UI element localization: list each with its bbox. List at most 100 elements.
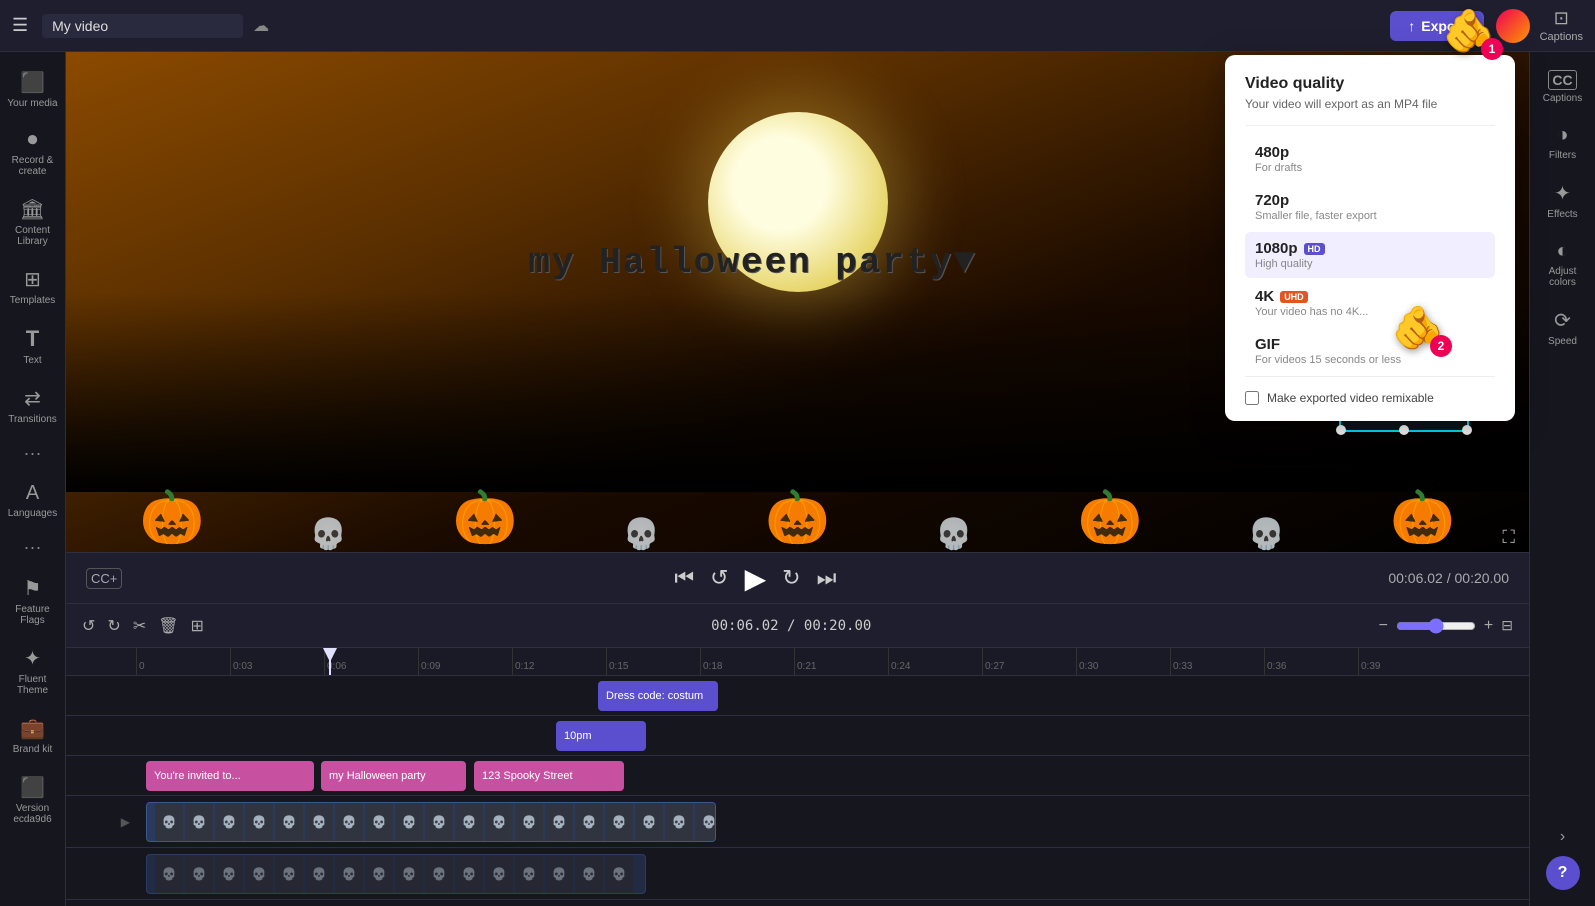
sidebar-item-effects[interactable]: ✦ Effects — [1530, 171, 1595, 230]
play-pause-button[interactable]: ▶ — [745, 562, 767, 595]
sidebar-item-content-library[interactable]: 🏛 Content Library — [0, 187, 65, 257]
captions-icon: ⊡ — [1554, 8, 1569, 29]
filters-label: Filters — [1549, 150, 1576, 161]
hamburger-icon[interactable]: ☰ — [12, 15, 28, 36]
video-title-overlay[interactable]: my Halloween party▼ — [528, 242, 976, 283]
sidebar-item-filters[interactable]: ◑ Filters — [1530, 114, 1595, 171]
sidebar-item-brand-kit[interactable]: 💼 Brand kit — [0, 706, 65, 765]
help-button[interactable]: ? — [1546, 856, 1580, 890]
zoom-slider[interactable] — [1396, 618, 1476, 634]
timeline-ruler: 0 0:03 0:06 0:09 0:12 0:15 0:18 0:21 0:2… — [66, 648, 1529, 676]
badge-hd: HD — [1304, 243, 1325, 255]
sidebar-item-adjust-colors[interactable]: ◐ Adjust colors — [1530, 230, 1595, 298]
track-content-text-top: Dress code: costum — [136, 676, 1529, 715]
sidebar-item-your-media[interactable]: ⬛ Your media — [0, 60, 65, 119]
topbar: ☰ ☁ ↑ Export ⊡ Captions — [0, 0, 1595, 52]
skip-back-button[interactable]: ⏮ — [674, 565, 694, 591]
sidebar-item-feature-flags[interactable]: ⚑ Feature Flags — [0, 566, 65, 636]
sidebar-collapse-button[interactable]: › — [1530, 818, 1595, 856]
cut-button[interactable]: ✂ — [133, 616, 146, 636]
bg-thumb-12: 💀 — [485, 855, 513, 893]
thumb-6: 💀 — [305, 803, 333, 841]
video-title-input[interactable] — [42, 14, 243, 38]
captions-label: Captions — [1540, 31, 1583, 43]
track-content-video-bg: 💀 💀 💀 💀 💀 💀 💀 💀 💀 💀 💀 — [136, 848, 1529, 899]
captions-button[interactable]: ⊡ Captions — [1540, 8, 1583, 43]
quality-desc-720p: Smaller file, faster export — [1255, 210, 1485, 222]
cc-controls: CC+ — [86, 568, 122, 589]
sidebar-item-text[interactable]: T Text — [0, 316, 65, 376]
sidebar-item-speed[interactable]: ⟳ Speed — [1530, 298, 1595, 357]
clip-my-halloween[interactable]: my Halloween party — [321, 761, 466, 791]
quality-option-1080p[interactable]: 1080p HD High quality — [1245, 232, 1495, 278]
add-media-button[interactable]: ⊞ — [191, 616, 204, 636]
clip-bg-video[interactable]: 💀 💀 💀 💀 💀 💀 💀 💀 💀 💀 💀 — [146, 854, 646, 894]
avatar[interactable] — [1496, 9, 1530, 43]
bg-thumb-10: 💀 — [425, 855, 453, 893]
undo-button[interactable]: ↺ — [82, 616, 95, 636]
video-thumbnails-bg: 💀 💀 💀 💀 💀 💀 💀 💀 💀 💀 💀 — [155, 855, 633, 893]
feature-flags-dots[interactable]: ··· — [16, 529, 50, 566]
clip-dress-code[interactable]: Dress code: costum — [598, 681, 718, 711]
bg-thumb-1: 💀 — [155, 855, 183, 893]
quality-res-gif: GIF — [1255, 336, 1485, 353]
forward-5-button[interactable]: ↻ — [782, 565, 800, 591]
track-row-video-bg: 💀 💀 💀 💀 💀 💀 💀 💀 💀 💀 💀 — [66, 848, 1529, 900]
bg-thumb-9: 💀 — [395, 855, 423, 893]
quality-option-gif[interactable]: GIF For videos 15 seconds or less — [1245, 328, 1495, 374]
speed-icon: ⟳ — [1554, 308, 1571, 333]
thumb-9: 💀 — [395, 803, 423, 841]
redo-button[interactable]: ↻ — [107, 616, 120, 636]
sidebar-item-templates[interactable]: ⊞ Templates — [0, 257, 65, 316]
thumb-3: 💀 — [215, 803, 243, 841]
delete-button[interactable]: 🗑 — [158, 616, 178, 636]
ruler-mark-12: 0:36 — [1264, 648, 1358, 675]
timeline-toolbar: ↺ ↻ ✂ 🗑 ⊞ 00:06.02 / 00:20.00 − + ⊟ — [66, 604, 1529, 648]
fit-timeline-icon[interactable]: ⊟ — [1501, 617, 1513, 634]
clip-main-video[interactable]: 💀 💀 💀 💀 💀 💀 💀 💀 💀 💀 💀 — [146, 802, 716, 842]
timeline-tracks: Dress code: costum 10pm — [66, 676, 1529, 906]
clip-youre-invited[interactable]: You're invited to... — [146, 761, 314, 791]
track-row-text-main: You're invited to... my Halloween party … — [66, 756, 1529, 796]
resize-handle-bl[interactable] — [1336, 425, 1346, 435]
track-content-video-main: 💀 💀 💀 💀 💀 💀 💀 💀 💀 💀 💀 — [136, 796, 1529, 847]
track-row-10pm: 10pm — [66, 716, 1529, 756]
sidebar-item-version[interactable]: ⬛ Version ecda9d6 — [0, 765, 65, 835]
transitions-icon: ⇄ — [24, 386, 41, 411]
zoom-in-icon[interactable]: + — [1484, 617, 1493, 635]
resize-handle-br[interactable] — [1462, 425, 1472, 435]
text-icon: T — [26, 326, 39, 352]
export-button[interactable]: ↑ Export — [1390, 11, 1483, 41]
bg-thumb-3: 💀 — [215, 855, 243, 893]
quality-popup-subtitle: Your video will export as an MP4 file — [1245, 97, 1495, 111]
zoom-out-icon[interactable]: − — [1379, 617, 1388, 635]
badge-uhd: UHD — [1280, 291, 1308, 303]
ruler-mark-3: 0:09 — [418, 648, 512, 675]
remixable-checkbox[interactable] — [1245, 391, 1259, 405]
sidebar-item-languages[interactable]: A Languages — [0, 472, 65, 529]
quality-option-720p[interactable]: 720p Smaller file, faster export — [1245, 184, 1495, 230]
export-icon: ↑ — [1408, 18, 1415, 34]
sidebar-item-record-create[interactable]: ⏺ Record & create — [0, 119, 65, 187]
skeleton-4: 💀 — [1248, 517, 1285, 552]
skip-forward-button[interactable]: ⏭ — [817, 565, 837, 591]
more-tools-icon[interactable]: ··· — [16, 435, 50, 472]
thumb-17: 💀 — [635, 803, 663, 841]
cloud-save-icon: ☁ — [253, 16, 269, 36]
fullscreen-button[interactable]: ⛶ — [1498, 523, 1519, 552]
zoom-controls: − + ⊟ — [1379, 617, 1513, 635]
rewind-5-button[interactable]: ↺ — [710, 565, 728, 591]
quality-res-1080p: 1080p HD — [1255, 240, 1485, 257]
clip-10pm[interactable]: 10pm — [556, 721, 646, 751]
sidebar-item-transitions[interactable]: ⇄ Transitions — [0, 376, 65, 435]
quality-option-4k[interactable]: 4K UHD Your video has no 4K... — [1245, 280, 1495, 326]
quality-option-480p[interactable]: 480p For drafts — [1245, 136, 1495, 182]
cc-button[interactable]: CC+ — [86, 568, 122, 589]
clip-123-spooky[interactable]: 123 Spooky Street — [474, 761, 624, 791]
ruler-mark-4: 0:12 — [512, 648, 606, 675]
sidebar-item-captions[interactable]: CC Captions — [1530, 60, 1595, 114]
resize-handle-bm[interactable] — [1399, 425, 1409, 435]
sidebar-item-fluent-theme[interactable]: ✦ Fluent Theme — [0, 636, 65, 706]
sidebar-label-version: Version ecda9d6 — [6, 803, 59, 825]
remixable-option[interactable]: Make exported video remixable — [1245, 391, 1495, 405]
